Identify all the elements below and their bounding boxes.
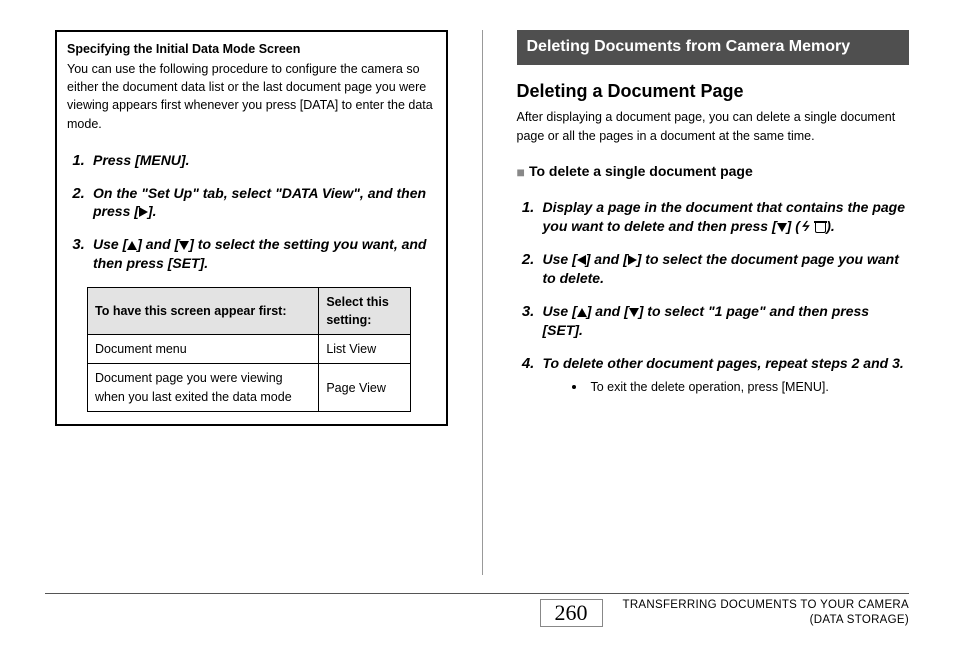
step-text-c: ). [826,218,835,234]
table-cell: Page View [319,364,411,411]
footer-rule [45,593,909,594]
step-text-b: ]. [148,203,157,219]
step-text-a: Use [ [93,236,127,252]
settings-table: To have this screen appear first: Select… [87,287,411,412]
footer-line1: TRANSFERRING DOCUMENTS TO YOUR CAMERA [623,598,910,613]
step-4: To delete other document pages, repeat s… [539,354,910,396]
table-header-row: To have this screen appear first: Select… [88,288,411,335]
table-header: Select this setting: [319,288,411,335]
subsection-heading: Deleting a Document Page [517,81,910,102]
box-title: Specifying the Initial Data Mode Screen [67,40,436,58]
step-text-a: Display a page in the document that cont… [543,199,906,234]
right-arrow-icon [628,255,637,265]
trash-icon [815,221,826,233]
step-1: Press [MENU]. [89,151,436,170]
up-arrow-icon [127,241,137,250]
page-footer: 260 TRANSFERRING DOCUMENTS TO YOUR CAMER… [0,593,954,628]
table-cell: List View [319,335,411,364]
step-text-b: ] and [ [586,251,628,267]
step-text: To delete other document pages, repeat s… [543,355,904,371]
step-2: On the "Set Up" tab, select "DATA View",… [89,184,436,222]
sub-heading: ■To delete a single document page [517,163,910,180]
footer-text: TRANSFERRING DOCUMENTS TO YOUR CAMERA (D… [623,598,910,628]
sub-bullet-item: To exit the delete operation, press [MEN… [587,377,910,396]
step-3: Use [] and [] to select "1 page" and the… [539,302,910,340]
info-box: Specifying the Initial Data Mode Screen … [55,30,448,426]
table-row: Document menu List View [88,335,411,364]
up-arrow-icon [577,308,587,317]
section-heading-bar: Deleting Documents from Camera Memory [517,30,910,65]
sub-bullet-list: To exit the delete operation, press [MEN… [571,377,910,396]
table-cell: Document page you were viewing when you … [88,364,319,411]
left-column: Specifying the Initial Data Mode Screen … [55,30,448,575]
left-arrow-icon [577,255,586,265]
down-arrow-icon [629,308,639,317]
column-divider [482,30,483,575]
step-text-b: ] and [ [587,303,629,319]
flash-icon: ϟ [800,217,811,236]
right-arrow-icon [139,207,148,217]
step-1: Display a page in the document that cont… [539,198,910,236]
left-steps: Press [MENU]. On the "Set Up" tab, selec… [67,151,436,273]
down-arrow-icon [777,223,787,232]
page-content: Specifying the Initial Data Mode Screen … [0,0,954,575]
step-text-b: ] and [ [137,236,179,252]
page-number: 260 [540,599,603,627]
sub-heading-text: To delete a single document page [529,163,753,179]
footer-line2: (DATA STORAGE) [623,613,910,628]
down-arrow-icon [179,241,189,250]
step-3: Use [] and [] to select the setting you … [89,235,436,273]
box-text: You can use the following procedure to c… [67,60,436,133]
right-steps: Display a page in the document that cont… [517,198,910,395]
step-text-b: ] ( [787,218,800,234]
intro-paragraph: After displaying a document page, you ca… [517,108,910,146]
step-text: Press [MENU]. [93,152,189,168]
table-cell: Document menu [88,335,319,364]
step-2: Use [] and [] to select the document pag… [539,250,910,288]
right-column: Deleting Documents from Camera Memory De… [517,30,910,575]
square-bullet-icon: ■ [517,164,525,180]
footer-row: 260 TRANSFERRING DOCUMENTS TO YOUR CAMER… [45,598,909,628]
table-row: Document page you were viewing when you … [88,364,411,411]
table-header: To have this screen appear first: [88,288,319,335]
step-text-a: Use [ [543,303,577,319]
step-text-a: Use [ [543,251,577,267]
